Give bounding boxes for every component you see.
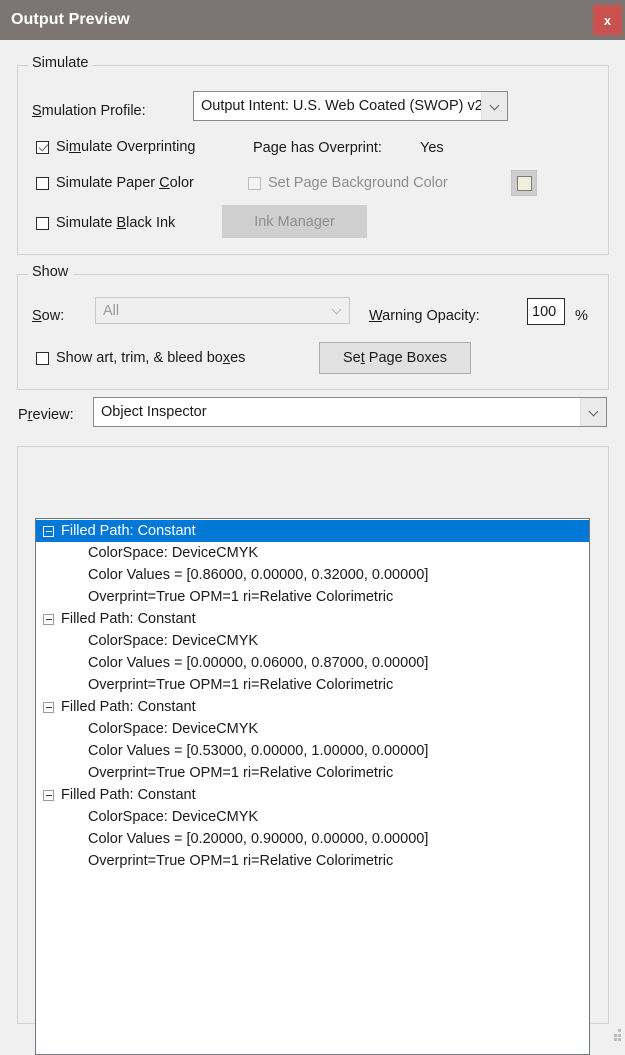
checkbox-unchecked-icon — [36, 216, 49, 230]
ink-manager-button: Ink Manager — [222, 205, 367, 238]
tree-collapse-icon[interactable] — [43, 789, 54, 801]
tree-node-label: Filled Path: Constant — [61, 787, 196, 803]
simulation-profile-label-mnemonic: S — [32, 103, 42, 119]
simulate-overprinting-label-pre: Si — [56, 139, 69, 155]
tree-node-label: Filled Path: Constant — [61, 611, 196, 627]
simulate-black-ink-label-post: lack Ink — [126, 215, 176, 231]
show-filter-label-post: ow: — [41, 308, 65, 324]
object-inspector-tree[interactable]: Filled Path: Constant ColorSpace: DeviceC… — [35, 518, 590, 1055]
show-filter-label: Sow: — [32, 309, 64, 324]
warning-opacity-label-post: arning Opacity: — [382, 308, 480, 324]
color-swatch-icon — [516, 175, 532, 191]
checkbox-checked-icon — [36, 140, 49, 154]
percent-label: % — [575, 308, 588, 324]
show-filter-label-pre: S — [32, 308, 42, 324]
simulate-paper-color-checkbox[interactable]: Simulate Paper Color — [36, 176, 194, 191]
simulate-black-ink-label-pre: Simulate — [56, 215, 117, 231]
show-art-trim-bleed-boxes-label: Show art, trim, & bleed boxes — [56, 351, 245, 366]
simulate-black-ink-label-mnemonic: B — [116, 215, 127, 231]
simulate-paper-color-label-pre: Simulate Paper — [56, 175, 160, 191]
simulate-overprinting-label-post: ulate Overprinting — [81, 139, 196, 155]
show-boxes-label-pre: Show art, trim, & bleed bo — [56, 350, 223, 366]
page-has-overprint-value: Yes — [420, 140, 444, 156]
simulate-group-title: Simulate — [28, 56, 94, 71]
preview-mode-dropdown-arrow[interactable] — [580, 398, 606, 426]
close-icon: x — [603, 12, 612, 28]
tree-node-header[interactable]: Filled Path: Constant — [36, 696, 589, 718]
chevron-down-icon — [589, 408, 598, 417]
ink-manager-button-label: Ink Manager — [254, 213, 335, 230]
tree-collapse-icon[interactable] — [43, 525, 54, 537]
simulation-profile-dropdown-arrow[interactable] — [481, 92, 507, 120]
chevron-down-icon — [332, 306, 341, 315]
simulate-overprinting-label: Simulate Overprinting — [56, 140, 195, 155]
object-inspector-tree-content: Filled Path: Constant ColorSpace: DeviceC… — [36, 519, 589, 872]
tree-node-label: Filled Path: Constant — [61, 523, 196, 539]
tree-child-row[interactable]: Color Values = [0.86000, 0.00000, 0.3200… — [36, 564, 589, 586]
tree-child-row[interactable]: ColorSpace: DeviceCMYK — [36, 542, 589, 564]
set-page-boxes-button[interactable]: Set Page Boxes — [319, 342, 471, 374]
simulate-overprinting-checkbox[interactable]: Simulate Overprinting — [36, 140, 195, 155]
warning-opacity-label: Warning Opacity: — [369, 309, 480, 324]
simulate-overprinting-label-mnemonic: m — [68, 139, 81, 155]
warning-opacity-label-mnemonic: W — [369, 308, 383, 324]
simulation-profile-combo[interactable]: Output Intent: U.S. Web Coated (SWOP) v2 — [193, 91, 508, 121]
tree-child-row[interactable]: ColorSpace: DeviceCMYK — [36, 806, 589, 828]
dialog-body: Simulate Smulation Profile: Output Inten… — [0, 40, 625, 1055]
set-page-boxes-label-post: Page Boxes — [364, 350, 447, 366]
preview-label-pre: P — [18, 407, 28, 423]
show-art-trim-bleed-boxes-checkbox[interactable]: Show art, trim, & bleed boxes — [36, 351, 245, 366]
tree-child-row[interactable]: Color Values = [0.53000, 0.00000, 1.0000… — [36, 740, 589, 762]
tree-child-row[interactable]: ColorSpace: DeviceCMYK — [36, 718, 589, 740]
preview-mode-value: Object Inspector — [101, 404, 207, 420]
show-filter-value: All — [103, 302, 120, 319]
simulation-profile-label: Smulation Profile: — [32, 104, 146, 119]
simulate-black-ink-checkbox[interactable]: Simulate Black Ink — [36, 216, 175, 231]
show-boxes-label-mnemonic: x — [222, 350, 231, 366]
tree-child-row[interactable]: Overprint=True OPM=1 ri=Relative Colorim… — [36, 762, 589, 784]
preview-mode-combo[interactable]: Object Inspector — [93, 397, 607, 427]
chevron-down-icon — [490, 102, 499, 111]
tree-child-row[interactable]: Color Values = [0.20000, 0.90000, 0.0000… — [36, 828, 589, 850]
window-title-bar: Output Preview x — [0, 0, 625, 40]
show-filter-dropdown-arrow — [324, 298, 349, 323]
window-title: Output Preview — [11, 11, 130, 28]
show-filter-combo: All — [95, 297, 350, 324]
set-page-boxes-label-pre: Se — [342, 350, 361, 366]
page-has-overprint-label: Page has Overprint: — [253, 140, 382, 156]
tree-collapse-icon[interactable] — [43, 613, 54, 625]
show-group-title: Show — [28, 265, 74, 280]
tree-node-header[interactable]: Filled Path: Constant — [36, 608, 589, 630]
set-page-background-color-checkbox: Set Page Background Color — [248, 176, 448, 191]
simulation-profile-label-rest: mulation Profile: — [41, 103, 146, 119]
preview-label-post: eview: — [32, 407, 74, 423]
simulation-profile-value: Output Intent: U.S. Web Coated (SWOP) v2 — [201, 98, 481, 114]
tree-child-row[interactable]: Overprint=True OPM=1 ri=Relative Colorim… — [36, 850, 589, 872]
resize-grip[interactable] — [609, 1029, 621, 1041]
tree-node-label: Filled Path: Constant — [61, 699, 196, 715]
simulate-paper-color-label: Simulate Paper Color — [56, 176, 194, 191]
checkbox-unchecked-icon — [36, 351, 49, 365]
close-button[interactable]: x — [593, 5, 622, 35]
tree-node-header[interactable]: Filled Path: Constant — [36, 784, 589, 806]
simulate-black-ink-label: Simulate Black Ink — [56, 216, 175, 231]
show-boxes-label-post: es — [230, 350, 246, 366]
warning-opacity-input[interactable]: 100 — [527, 298, 565, 325]
preview-label: Preview: — [18, 408, 74, 423]
warning-opacity-value: 100 — [532, 303, 557, 320]
page-background-color-swatch-button[interactable] — [511, 170, 537, 196]
tree-child-row[interactable]: Color Values = [0.00000, 0.06000, 0.8700… — [36, 652, 589, 674]
set-page-boxes-button-label: Set Page Boxes — [343, 350, 447, 366]
tree-node-header[interactable]: Filled Path: Constant — [36, 520, 589, 542]
tree-child-row[interactable]: ColorSpace: DeviceCMYK — [36, 630, 589, 652]
tree-child-row[interactable]: Overprint=True OPM=1 ri=Relative Colorim… — [36, 674, 589, 696]
checkbox-unchecked-icon — [36, 176, 49, 190]
set-page-background-color-label: Set Page Background Color — [268, 175, 448, 191]
tree-collapse-icon[interactable] — [43, 701, 54, 713]
tree-child-row[interactable]: Overprint=True OPM=1 ri=Relative Colorim… — [36, 586, 589, 608]
checkbox-disabled-icon — [248, 176, 261, 190]
simulate-paper-color-label-mnemonic: C — [159, 175, 170, 191]
show-group: Show — [17, 265, 609, 390]
simulate-paper-color-label-post: olor — [169, 175, 194, 191]
